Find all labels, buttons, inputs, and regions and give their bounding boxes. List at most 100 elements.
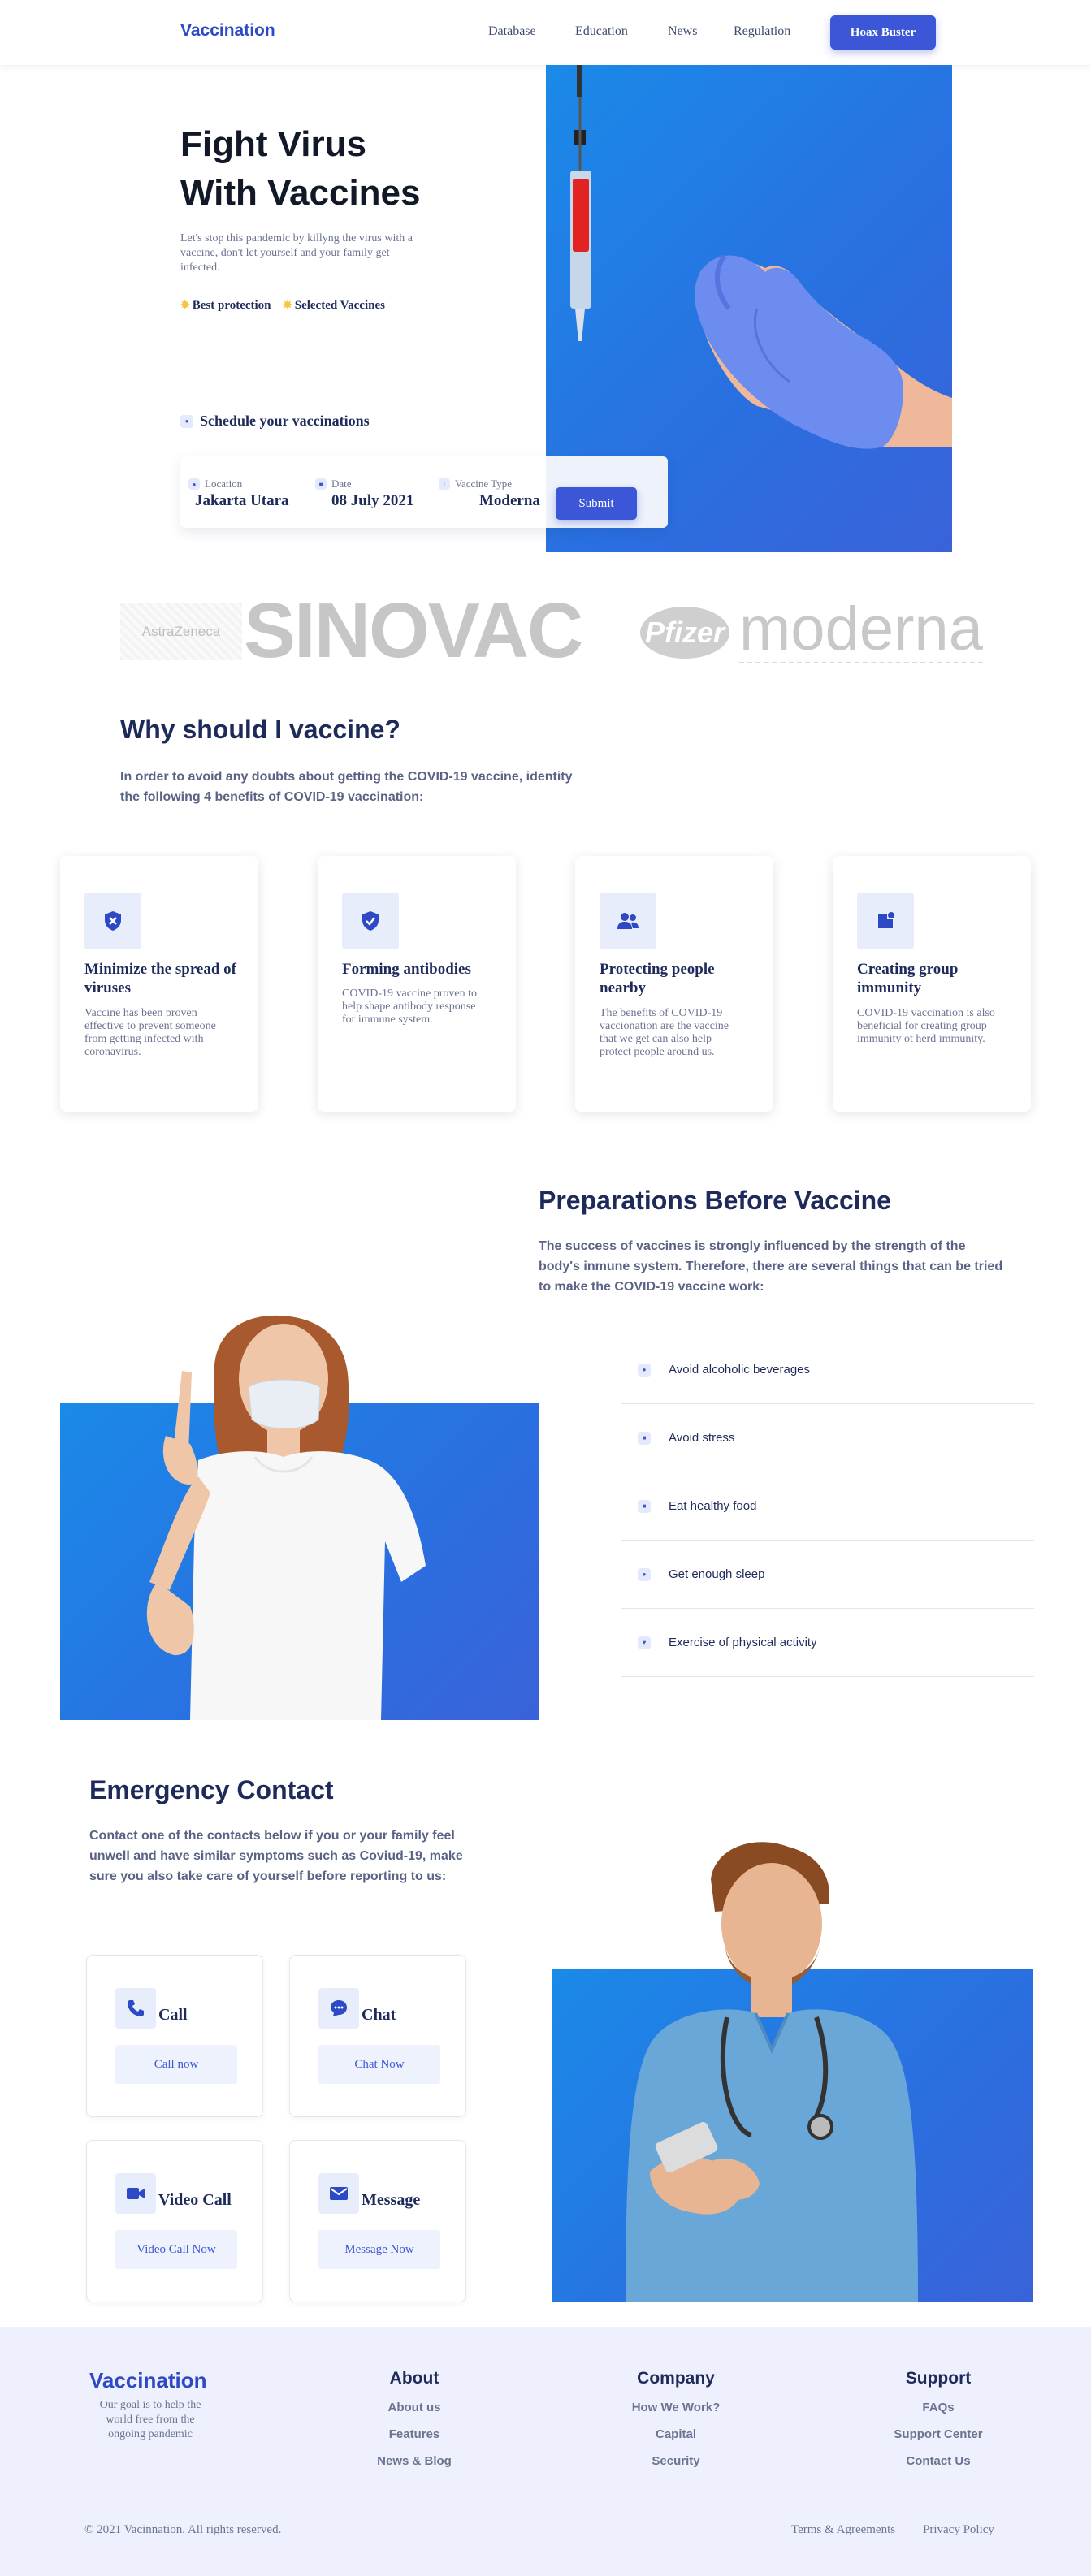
footer-column-title: Company xyxy=(637,2369,715,2388)
doctor-image xyxy=(552,1842,1033,2302)
benefit-card: Protecting people nearby The benefits of… xyxy=(575,856,773,1112)
footer-link[interactable]: Features xyxy=(333,2427,496,2441)
footer-about-text: Our goal is to help the world free from … xyxy=(99,2399,201,2440)
prep-item-label: Exercise of physical activity xyxy=(669,1636,817,1649)
contact-name: Call xyxy=(158,2006,188,2024)
vaccine-type-field[interactable]: ‹ Vaccine Type Moderna xyxy=(439,478,540,510)
benefit-card: Forming antibodies COVID-19 vaccine prov… xyxy=(318,856,516,1112)
people-icon xyxy=(600,893,656,949)
contact-card-call: Call Call now xyxy=(86,1955,263,2117)
chat-icon xyxy=(318,1988,359,2029)
nav-link-news[interactable]: News xyxy=(668,24,697,39)
nav-link-regulation[interactable]: Regulation xyxy=(734,24,790,39)
sinovac-logo: SINOVAC xyxy=(244,587,583,674)
food-icon: ■ xyxy=(638,1499,651,1513)
date-value: 08 July 2021 xyxy=(331,492,414,509)
contact-name: Chat xyxy=(362,2006,396,2024)
why-title: Why should I vaccine? xyxy=(120,715,400,744)
emergency-title: Emergency Contact xyxy=(89,1775,334,1804)
video-icon xyxy=(115,2173,156,2214)
prep-item-label: Eat healthy food xyxy=(669,1499,757,1513)
shield-virus-icon xyxy=(84,893,141,949)
moderna-logo: moderna xyxy=(739,594,983,663)
benefit-title: Forming antibodies xyxy=(342,961,471,978)
astrazeneca-logo: AstraZeneca xyxy=(120,603,242,660)
prep-item: ● Get enough sleep xyxy=(621,1541,1034,1609)
benefit-card: Minimize the spread of viruses Vaccine h… xyxy=(60,856,258,1112)
location-pin-icon: ● xyxy=(188,478,200,490)
hero-title-line2: With Vaccines xyxy=(180,173,421,213)
contact-name: Video Call xyxy=(158,2191,232,2209)
benefit-text: COVID-19 vaccination is also beneficial … xyxy=(857,1007,995,1045)
brand-logo[interactable]: Vaccination xyxy=(180,21,275,41)
message-now-button[interactable]: Message Now xyxy=(318,2230,440,2269)
star-icon: ✸ xyxy=(180,300,190,312)
prep-item: ♥ Exercise of physical activity xyxy=(621,1609,1034,1677)
benefit-title: Minimize the spread of viruses xyxy=(84,961,236,996)
footer-link[interactable]: Support Center xyxy=(857,2427,1020,2441)
copyright: © 2021 Vacinnation. All rights reserved. xyxy=(84,2523,282,2536)
chat-now-button[interactable]: Chat Now xyxy=(318,2045,440,2084)
benefit-title: Creating group immunity xyxy=(857,961,959,996)
vaccine-type-label: Vaccine Type xyxy=(455,478,512,490)
mail-icon xyxy=(318,2173,359,2214)
prep-item-label: Get enough sleep xyxy=(669,1567,765,1581)
benefit-title: Protecting people nearby xyxy=(600,961,715,996)
vaccine-brand-logos: AstraZeneca SINOVAC Pfizer moderna xyxy=(120,590,1014,672)
no-alcohol-icon: ● xyxy=(638,1363,651,1377)
relax-icon: ■ xyxy=(638,1431,651,1445)
submit-button[interactable]: Submit xyxy=(556,487,637,520)
location-pin-icon: ● xyxy=(180,414,193,428)
benefit-text: Vaccine has been proven effective to pre… xyxy=(84,1007,216,1058)
contact-name: Message xyxy=(362,2191,421,2209)
hero-title-line1: Fight Virus xyxy=(180,124,366,164)
footer-link[interactable]: Security xyxy=(595,2454,757,2468)
nav-link-education[interactable]: Education xyxy=(575,24,628,39)
phone-icon xyxy=(115,1988,156,2029)
woman-mask-image xyxy=(60,1315,539,1720)
emergency-description: Contact one of the contacts below if you… xyxy=(89,1829,463,1883)
hoax-buster-button[interactable]: Hoax Buster xyxy=(830,15,936,50)
prep-title: Preparations Before Vaccine xyxy=(539,1186,891,1215)
video-call-now-button[interactable]: Video Call Now xyxy=(115,2230,237,2269)
prep-item-label: Avoid stress xyxy=(669,1431,735,1445)
prep-item: ● Avoid alcoholic beverages xyxy=(621,1336,1034,1404)
why-description: In order to avoid any doubts about getti… xyxy=(120,770,573,804)
location-label: Location xyxy=(205,478,243,490)
footer-link[interactable]: Contact Us xyxy=(857,2454,1020,2468)
contact-card-video: Video Call Video Call Now xyxy=(86,2140,263,2302)
contact-card-message: Message Message Now xyxy=(289,2140,466,2302)
prep-item-label: Avoid alcoholic beverages xyxy=(669,1363,811,1377)
feature-best-protection: ✸ Best protection xyxy=(180,299,271,313)
contact-card-chat: Chat Chat Now xyxy=(289,1955,466,2117)
benefit-text: COVID-19 vaccine proven to help shape an… xyxy=(342,988,478,1026)
sleep-icon: ● xyxy=(638,1567,651,1581)
heart-icon: ♥ xyxy=(638,1636,651,1649)
prep-description: The success of vaccines is strongly infl… xyxy=(539,1239,1003,1294)
feature-label: Selected Vaccines xyxy=(294,299,385,312)
nav-link-database[interactable]: Database xyxy=(488,24,536,39)
privacy-link[interactable]: Privacy Policy xyxy=(923,2523,994,2537)
location-value: Jakarta Utara xyxy=(195,492,289,509)
date-field[interactable]: ■ Date 08 July 2021 xyxy=(315,478,413,510)
benefit-text: The benefits of COVID-19 vaccionation ar… xyxy=(600,1007,729,1058)
footer-brand[interactable]: Vaccination xyxy=(89,2368,207,2393)
prep-item: ■ Avoid stress xyxy=(621,1404,1034,1472)
prep-item: ■ Eat healthy food xyxy=(621,1472,1034,1541)
hero-description: Let's stop this pandemic by killyng the … xyxy=(180,232,413,274)
footer-link[interactable]: About us xyxy=(333,2401,496,2414)
schedule-label: Schedule your vaccinations xyxy=(200,413,370,429)
vaccine-type-value: Moderna xyxy=(479,492,540,509)
footer-link[interactable]: Capital xyxy=(595,2427,757,2441)
group-icon xyxy=(857,893,914,949)
bolt-icon: ✸ xyxy=(283,300,292,312)
terms-link[interactable]: Terms & Agreements xyxy=(791,2523,895,2537)
footer-column-title: About xyxy=(389,2369,439,2388)
footer-link[interactable]: News & Blog xyxy=(333,2454,496,2468)
footer-link[interactable]: FAQs xyxy=(857,2401,1020,2414)
location-field[interactable]: ● Location Jakarta Utara xyxy=(188,478,289,510)
footer-link[interactable]: How We Work? xyxy=(595,2401,757,2414)
pfizer-logo: Pfizer xyxy=(640,607,729,659)
call-now-button[interactable]: Call now xyxy=(115,2045,237,2084)
chevron-icon: ‹ xyxy=(439,478,450,490)
